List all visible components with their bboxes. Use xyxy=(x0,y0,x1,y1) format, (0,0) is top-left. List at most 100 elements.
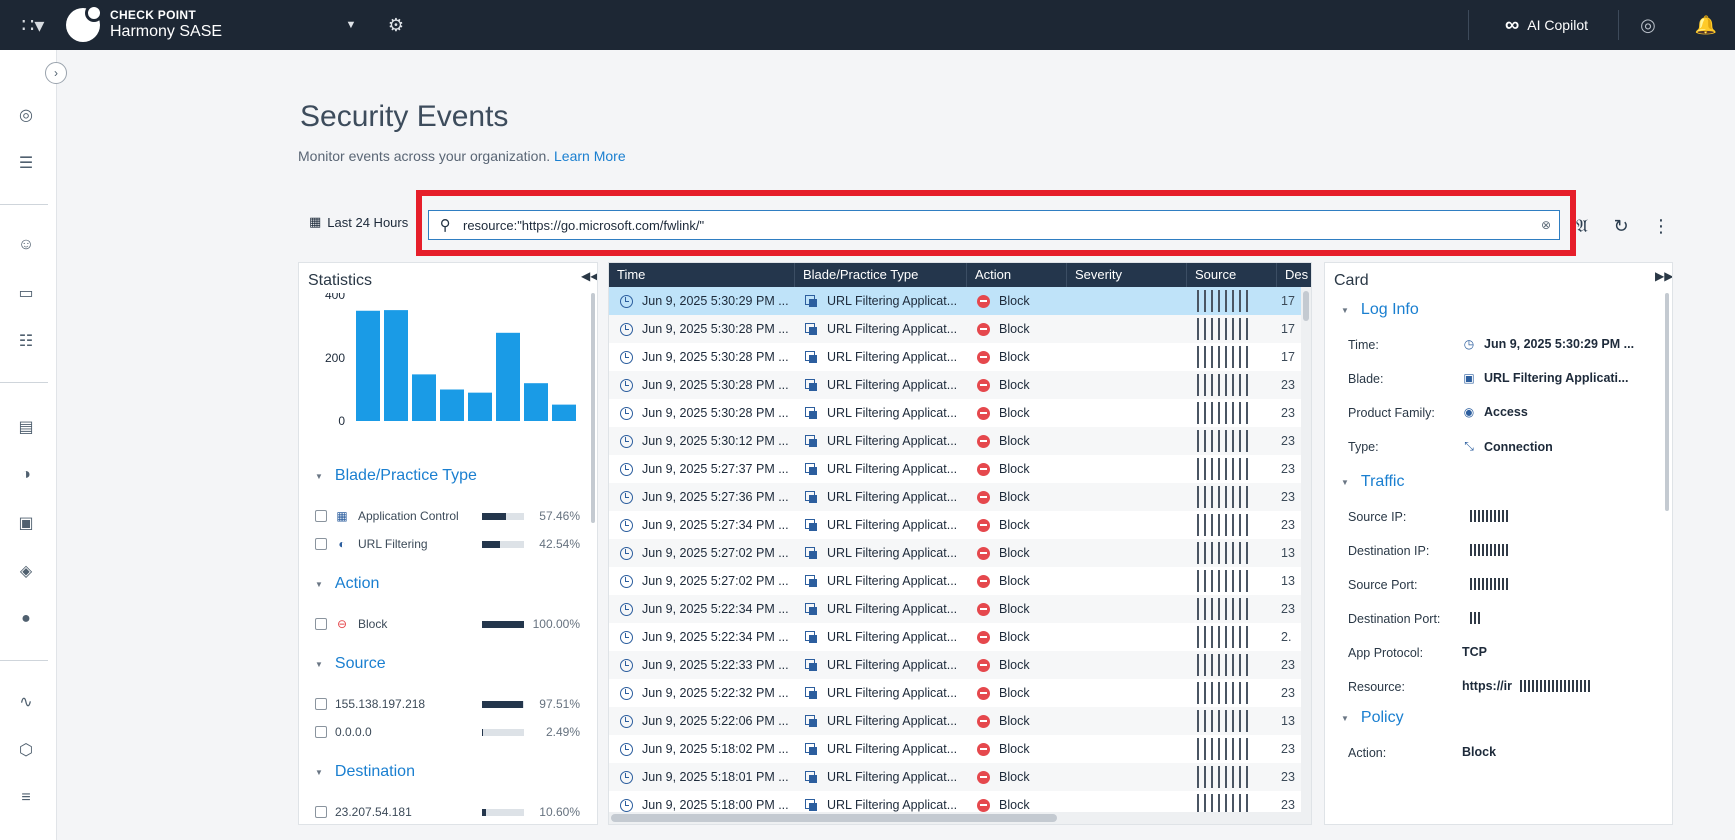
table-row[interactable]: Jun 9, 2025 5:30:28 PM ... URL Filtering … xyxy=(609,371,1303,399)
stat-checkbox[interactable] xyxy=(315,806,327,818)
more-options-icon[interactable]: ⋮ xyxy=(1647,212,1675,240)
ai-copilot-button[interactable]: ∞ AI Copilot xyxy=(1469,14,1618,37)
histogram-bar[interactable] xyxy=(552,404,576,421)
stat-checkbox[interactable] xyxy=(315,698,327,710)
table-row[interactable]: Jun 9, 2025 5:30:28 PM ... URL Filtering … xyxy=(609,399,1303,427)
table-row[interactable]: Jun 9, 2025 5:27:02 PM ... URL Filtering … xyxy=(609,539,1303,567)
table-row[interactable]: Jun 9, 2025 5:27:02 PM ... URL Filtering … xyxy=(609,567,1303,595)
card-field-value[interactable]: ▣ URL Filtering Applicati... xyxy=(1462,371,1628,385)
table-row[interactable]: Jun 9, 2025 5:27:37 PM ... URL Filtering … xyxy=(609,455,1303,483)
column-header[interactable]: Action xyxy=(967,263,1067,287)
nav-threat-icon[interactable]: ● xyxy=(0,604,52,634)
table-row[interactable]: Jun 9, 2025 5:27:36 PM ... URL Filtering … xyxy=(609,483,1303,511)
column-header[interactable]: Time xyxy=(609,263,795,287)
brand[interactable]: CHECK POINT Harmony SASE xyxy=(66,4,326,42)
table-horizontal-scroll-thumb[interactable] xyxy=(611,814,1057,822)
nav-network-icon[interactable]: ☷ xyxy=(0,326,52,356)
histogram-bar[interactable] xyxy=(356,310,380,421)
stat-section-title[interactable]: ▼ Source xyxy=(315,655,386,673)
table-vertical-scrollbar[interactable] xyxy=(1301,287,1311,814)
collapse-left-icon[interactable]: ◀◀ xyxy=(581,269,597,283)
histogram-bar[interactable] xyxy=(412,374,436,421)
stat-row[interactable]: ◐ URL Filtering 42.54% xyxy=(315,535,585,553)
card-field-value[interactable]: ⤡ Connection xyxy=(1462,439,1553,454)
column-header[interactable]: Source xyxy=(1187,263,1277,287)
stat-checkbox[interactable] xyxy=(315,726,327,738)
card-field-value[interactable]: Block xyxy=(1462,745,1496,759)
nav-users-icon[interactable]: ☺ xyxy=(0,230,52,260)
time-range-dropdown[interactable]: ▦ Last 24 Hours ▼ xyxy=(309,214,423,230)
card-field-value[interactable]: https://ir xyxy=(1462,679,1590,693)
table-row[interactable]: Jun 9, 2025 5:30:29 PM ... URL Filtering … xyxy=(609,287,1303,315)
histogram-bar[interactable] xyxy=(440,389,464,422)
card-field-value[interactable] xyxy=(1462,509,1508,523)
table-row[interactable]: Jun 9, 2025 5:18:02 PM ... URL Filtering … xyxy=(609,735,1303,763)
learn-more-link[interactable]: Learn More xyxy=(554,148,626,164)
nav-gateways-icon[interactable]: ▤ xyxy=(0,412,52,442)
stat-checkbox[interactable] xyxy=(315,538,327,550)
nav-monitoring-pulse-icon[interactable]: ∿ xyxy=(0,687,52,717)
histogram-bar[interactable] xyxy=(384,310,408,421)
nav-scan-icon[interactable]: ▣ xyxy=(0,508,52,538)
stat-section-title[interactable]: ▼ Destination xyxy=(315,763,415,781)
card-field-value[interactable] xyxy=(1462,611,1480,625)
table-horizontal-scrollbar[interactable] xyxy=(609,812,1311,824)
collapse-right-icon[interactable]: ▶▶ xyxy=(1655,269,1672,283)
expand-nav-chevron-icon[interactable]: › xyxy=(45,62,67,84)
refresh-icon[interactable]: ↻ xyxy=(1607,212,1635,240)
query-language-icon[interactable]: 𝔄 xyxy=(1568,212,1596,240)
card-section-title[interactable]: ▼ Log Info xyxy=(1341,301,1419,319)
card-field-value[interactable]: TCP xyxy=(1462,645,1487,659)
stat-row[interactable]: 155.138.197.218 97.51% xyxy=(315,695,585,713)
table-row[interactable]: Jun 9, 2025 5:30:28 PM ... URL Filtering … xyxy=(609,343,1303,371)
nav-devices-icon[interactable]: ▭ xyxy=(0,278,52,308)
stat-section-title[interactable]: ▼ Action xyxy=(315,575,379,593)
nav-web-security-icon[interactable]: ◑ xyxy=(0,460,52,490)
column-header[interactable]: Des xyxy=(1277,263,1311,287)
card-scrollbar[interactable] xyxy=(1665,293,1669,511)
table-row[interactable]: Jun 9, 2025 5:22:33 PM ... URL Filtering … xyxy=(609,651,1303,679)
stat-row[interactable]: ⊖ Block 100.00% xyxy=(315,615,585,633)
card-section-title[interactable]: ▼ Policy xyxy=(1341,709,1404,727)
card-field-value[interactable] xyxy=(1462,577,1508,591)
stat-row[interactable]: 0.0.0.0 2.49% xyxy=(315,723,585,741)
card-field-value[interactable]: ◉ Access xyxy=(1462,405,1528,419)
nav-logs-table-icon[interactable]: ☰ xyxy=(0,148,52,178)
table-row[interactable]: Jun 9, 2025 5:22:34 PM ... URL Filtering … xyxy=(609,595,1303,623)
stat-section-title[interactable]: ▼ Blade/Practice Type xyxy=(315,467,477,485)
table-row[interactable]: Jun 9, 2025 5:22:32 PM ... URL Filtering … xyxy=(609,679,1303,707)
app-launcher-icon[interactable]: ∷▾ xyxy=(0,0,66,50)
stat-checkbox[interactable] xyxy=(315,618,327,630)
nav-overview-compass-icon[interactable]: ◎ xyxy=(0,100,52,130)
statistics-scrollbar[interactable] xyxy=(591,293,595,523)
column-header[interactable]: Severity xyxy=(1067,263,1187,287)
table-row[interactable]: Jun 9, 2025 5:22:06 PM ... URL Filtering … xyxy=(609,707,1303,735)
histogram-bar[interactable] xyxy=(468,392,492,421)
notifications-bell-icon[interactable]: 🔔 xyxy=(1677,15,1735,36)
stat-checkbox[interactable] xyxy=(315,510,327,522)
table-row[interactable]: Jun 9, 2025 5:22:34 PM ... URL Filtering … xyxy=(609,623,1303,651)
histogram-bar[interactable] xyxy=(496,332,520,421)
clear-search-icon[interactable]: ⊗ xyxy=(1533,218,1559,232)
card-field-value[interactable] xyxy=(1462,543,1508,557)
stat-row[interactable]: ▦ Application Control 57.46% xyxy=(315,507,585,525)
table-vertical-scroll-thumb[interactable] xyxy=(1303,291,1309,321)
stat-progress-bar xyxy=(482,700,524,708)
settings-gear-icon[interactable]: ⚙ xyxy=(376,15,416,36)
card-field-value[interactable]: ◷ Jun 9, 2025 5:30:29 PM ... xyxy=(1462,337,1634,351)
column-header[interactable]: Blade/Practice Type xyxy=(795,263,967,287)
search-query-value[interactable]: resource:"https://go.microsoft.com/fwlin… xyxy=(461,218,1533,233)
table-row[interactable]: Jun 9, 2025 5:30:28 PM ... URL Filtering … xyxy=(609,315,1303,343)
search-input[interactable]: ⚲ resource:"https://go.microsoft.com/fwl… xyxy=(428,210,1560,240)
nav-settings-sliders-icon[interactable]: ≡ xyxy=(0,783,52,813)
product-switch-chevron-icon[interactable]: ▼ xyxy=(326,19,376,31)
table-row[interactable]: Jun 9, 2025 5:30:12 PM ... URL Filtering … xyxy=(609,427,1303,455)
nav-packages-cube-icon[interactable]: ⬡ xyxy=(0,735,52,765)
table-row[interactable]: Jun 9, 2025 5:27:34 PM ... URL Filtering … xyxy=(609,511,1303,539)
nav-layers-icon[interactable]: ◈ xyxy=(0,556,52,586)
table-row[interactable]: Jun 9, 2025 5:18:01 PM ... URL Filtering … xyxy=(609,763,1303,791)
help-lifebuoy-icon[interactable]: ◎ xyxy=(1619,15,1677,36)
card-section-title[interactable]: ▼ Traffic xyxy=(1341,473,1404,491)
histogram-bar[interactable] xyxy=(524,383,548,421)
stat-row[interactable]: 23.207.54.181 10.60% xyxy=(315,803,585,821)
